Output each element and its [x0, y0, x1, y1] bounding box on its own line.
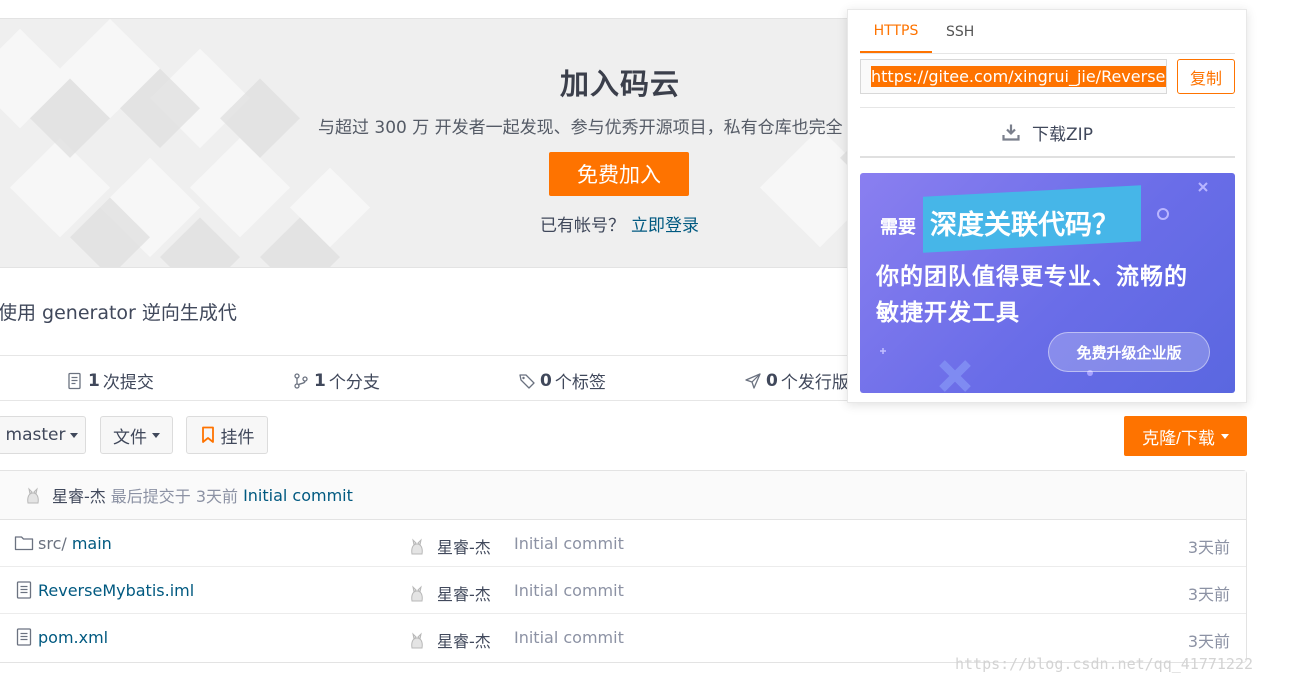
- table-row[interactable]: ReverseMybatis.iml 星睿-杰 Initial commit 3…: [0, 567, 1246, 614]
- avatar-icon: [411, 538, 423, 555]
- releases-count: 0: [766, 370, 778, 391]
- file-commit-message[interactable]: Initial commit: [514, 534, 624, 553]
- banner-subtitle: 与超过 300 万 开发者一起发现、参与优秀开源项目，私有仓库也完全: [318, 118, 843, 138]
- file-commit-author[interactable]: 星睿-杰: [437, 534, 491, 558]
- upgrade-enterprise-button[interactable]: 免费升级企业版: [1048, 332, 1210, 372]
- banner-title: 加入码云: [559, 67, 680, 101]
- clone-url-input[interactable]: https://gitee.com/xingrui_jie/ReverseMyb…: [860, 59, 1167, 94]
- commit-icon: [68, 372, 81, 389]
- ad-line-1: 你的团队值得更专业、流畅的: [876, 264, 1188, 290]
- file-icon: [16, 628, 32, 646]
- commits-stat[interactable]: 1 次提交: [66, 368, 154, 393]
- login-link[interactable]: 立即登录: [631, 216, 699, 236]
- free-join-button[interactable]: 免费加入: [549, 152, 689, 196]
- branch-select[interactable]: master: [0, 416, 86, 454]
- tags-stat[interactable]: 0 个标签: [518, 368, 606, 393]
- file-name-link[interactable]: ReverseMybatis.iml: [38, 581, 194, 600]
- download-zip-button[interactable]: 下载ZIP: [860, 108, 1235, 156]
- last-commit-message[interactable]: Initial commit: [243, 486, 353, 505]
- tags-label: 个标签: [554, 373, 606, 393]
- file-name-link[interactable]: pom.xml: [38, 628, 108, 647]
- table-row[interactable]: src/ main 星睿-杰 Initial commit 3天前: [0, 520, 1246, 567]
- clone-popup: HTTPS SSH https://gitee.com/xingrui_jie/…: [847, 9, 1247, 403]
- branch-icon: [294, 372, 308, 389]
- commits-label: 次提交: [102, 373, 154, 393]
- file-commit-author[interactable]: 星睿-杰: [437, 581, 491, 605]
- clone-download-button[interactable]: 克隆/下载: [1124, 416, 1247, 456]
- widget-button[interactable]: 挂件: [186, 416, 268, 454]
- releases-label: 个发行版: [780, 373, 849, 393]
- ad-line-2: 敏捷开发工具: [876, 300, 1020, 326]
- file-menu-button[interactable]: 文件: [100, 416, 173, 454]
- download-icon: [1002, 124, 1020, 141]
- chevron-down-icon: [70, 432, 79, 438]
- clone-download-label: 克隆/下载: [1142, 428, 1215, 448]
- copy-button[interactable]: 复制: [1177, 59, 1235, 94]
- folder-prefix: src/: [38, 534, 67, 553]
- avatar-icon: [411, 632, 423, 649]
- commits-count: 1: [88, 370, 100, 391]
- file-commit-time: 3天前: [1187, 585, 1230, 604]
- avatar-icon: [27, 487, 39, 504]
- divider: [860, 156, 1235, 158]
- branches-label: 个分支: [328, 373, 380, 393]
- chevron-down-icon: [1220, 433, 1229, 439]
- table-row[interactable]: pom.xml 星睿-杰 Initial commit 3天前: [0, 614, 1246, 661]
- release-icon: [745, 372, 761, 389]
- tab-https[interactable]: HTTPS: [860, 10, 932, 54]
- widget-label: 挂件: [220, 427, 255, 448]
- avatar-icon: [411, 585, 423, 602]
- repo-description: 使用 generator 逆向生成代: [0, 302, 237, 324]
- branches-stat[interactable]: 1 个分支: [292, 368, 380, 393]
- tag-icon: [519, 373, 535, 389]
- file-commit-message[interactable]: Initial commit: [514, 628, 624, 647]
- file-commit-message[interactable]: Initial commit: [514, 581, 624, 600]
- tabs-divider: [860, 53, 1235, 54]
- clone-url-text: https://gitee.com/xingrui_jie/ReverseMyb…: [871, 66, 1166, 87]
- download-zip-label: 下载ZIP: [1032, 124, 1093, 145]
- login-prompt: 已有帐号？ 立即登录: [540, 211, 699, 236]
- folder-icon: [14, 536, 34, 551]
- last-commit-meta: 最后提交于 3天前: [110, 487, 239, 506]
- page-root: 加入码云 与超过 300 万 开发者一起发现、参与优秀开源项目，私有仓库也完全 …: [0, 0, 1296, 685]
- file-icon: [16, 581, 32, 599]
- have-account-text: 已有帐号？: [540, 216, 625, 236]
- file-commit-time: 3天前: [1187, 538, 1230, 557]
- tab-ssh[interactable]: SSH: [932, 10, 988, 54]
- enterprise-ad-banner[interactable]: 需要 深度关联代码？ 你的团队值得更专业、流畅的 敏捷开发工具 免费升级企业版: [860, 173, 1235, 393]
- chevron-down-icon: [152, 432, 160, 438]
- file-list: 星睿-杰 最后提交于 3天前 Initial commit src/ main …: [0, 470, 1247, 663]
- file-commit-author[interactable]: 星睿-杰: [437, 628, 491, 652]
- folder-name: main: [71, 534, 112, 553]
- bookmark-icon: [201, 426, 214, 443]
- branches-count: 1: [314, 370, 326, 391]
- last-commit-row: 星睿-杰 最后提交于 3天前 Initial commit: [0, 471, 1246, 520]
- file-commit-time: 3天前: [1187, 632, 1230, 651]
- file-menu-label: 文件: [113, 427, 147, 448]
- ad-need-text: 需要: [880, 217, 916, 238]
- file-name-link[interactable]: src/ main: [38, 534, 112, 553]
- protocol-tabs: HTTPS SSH: [860, 10, 988, 54]
- tags-count: 0: [540, 370, 552, 391]
- branch-label: master: [5, 425, 66, 445]
- last-commit-author[interactable]: 星睿-杰: [52, 483, 106, 507]
- ad-highlight-text: 深度关联代码？: [930, 210, 1119, 241]
- releases-stat[interactable]: 0 个发行版: [744, 368, 849, 393]
- watermark: https://blog.csdn.net/qq_41771222: [955, 655, 1254, 673]
